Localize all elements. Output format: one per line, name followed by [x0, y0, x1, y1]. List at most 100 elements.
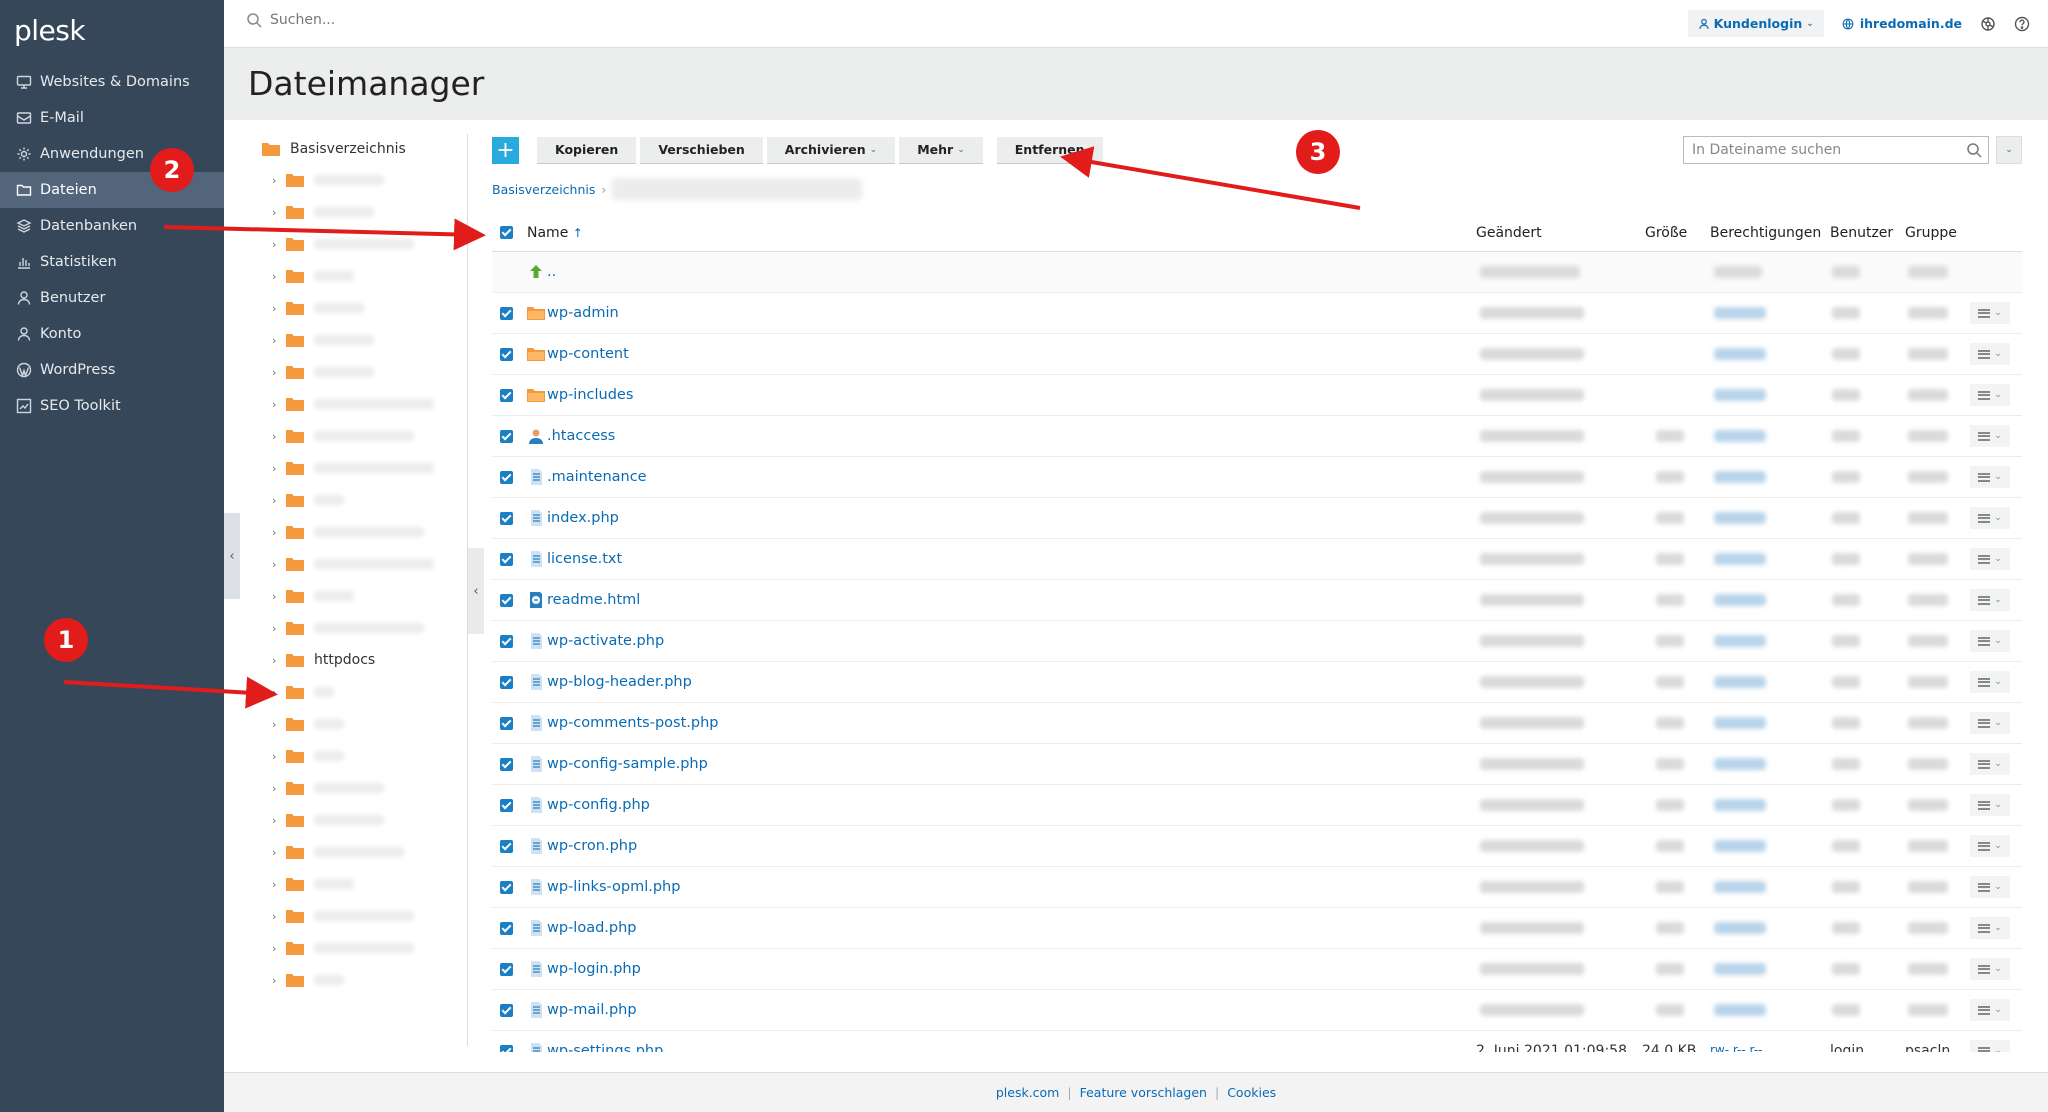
sidebar-item-email[interactable]: E-Mail: [0, 100, 224, 136]
row-checkbox[interactable]: [500, 388, 513, 402]
sidebar-item-datenbanken[interactable]: Datenbanken: [0, 208, 224, 244]
row-checkbox[interactable]: [500, 798, 513, 812]
sidebar-collapse-button[interactable]: ‹: [224, 513, 240, 599]
tree-node[interactable]: ›: [248, 708, 468, 740]
tree-node[interactable]: ›: [248, 612, 468, 644]
row-checkbox[interactable]: [500, 1044, 513, 1052]
table-row[interactable]: wp-mail.php ⌄: [492, 990, 2022, 1031]
tree-node[interactable]: ›: [248, 228, 468, 260]
row-checkbox[interactable]: [500, 839, 513, 853]
remove-button[interactable]: Entfernen: [996, 136, 1103, 164]
tree-collapse-button[interactable]: ‹: [468, 548, 484, 634]
row-menu-button[interactable]: ⌄: [1970, 1040, 2010, 1052]
tree-node[interactable]: › httpdocs: [248, 644, 468, 676]
row-menu-button[interactable]: ⌄: [1970, 671, 2010, 693]
table-row[interactable]: wp-login.php ⌄: [492, 949, 2022, 990]
sidebar-item-statistiken[interactable]: Statistiken: [0, 244, 224, 280]
table-row[interactable]: wp-blog-header.php ⌄: [492, 662, 2022, 703]
table-row[interactable]: wp-content ⌄: [492, 334, 2022, 375]
tree-node[interactable]: ›: [248, 964, 468, 996]
file-name-link[interactable]: wp-blog-header.php: [547, 674, 692, 690]
row-menu-button[interactable]: ⌄: [1970, 917, 2010, 939]
file-name-link[interactable]: wp-includes: [547, 387, 633, 403]
permissions-value[interactable]: rw- r-- r--: [1710, 1043, 1762, 1052]
row-checkbox[interactable]: [500, 880, 513, 894]
column-permissions[interactable]: Berechtigungen: [1710, 225, 1821, 241]
kundenlogin-button[interactable]: Kundenlogin ⌄: [1687, 10, 1824, 37]
footer-link-feature[interactable]: Feature vorschlagen: [1080, 1085, 1207, 1100]
table-row[interactable]: .htaccess ⌄: [492, 416, 2022, 457]
file-name-link[interactable]: wp-settings.php: [547, 1043, 663, 1052]
row-checkbox[interactable]: [500, 757, 513, 771]
tree-node[interactable]: ›: [248, 260, 468, 292]
row-menu-button[interactable]: ⌄: [1970, 466, 2010, 488]
row-menu-button[interactable]: ⌄: [1970, 548, 2010, 570]
file-name-link[interactable]: wp-content: [547, 346, 629, 362]
plesk-logo[interactable]: plesk: [14, 14, 86, 47]
sidebar-item-seo-toolkit[interactable]: SEO Toolkit: [0, 388, 224, 424]
row-checkbox[interactable]: [500, 347, 513, 361]
table-row[interactable]: readme.html ⌄: [492, 580, 2022, 621]
file-name-link[interactable]: .htaccess: [547, 428, 615, 444]
sidebar-item-benutzer[interactable]: Benutzer: [0, 280, 224, 316]
row-menu-button[interactable]: ⌄: [1970, 507, 2010, 529]
tree-node[interactable]: ›: [248, 484, 468, 516]
row-menu-button[interactable]: ⌄: [1970, 794, 2010, 816]
file-name-link[interactable]: wp-config-sample.php: [547, 756, 708, 772]
add-button[interactable]: +: [492, 136, 519, 164]
tree-node[interactable]: ›: [248, 868, 468, 900]
tree-node[interactable]: ›: [248, 676, 468, 708]
tree-node[interactable]: ›: [248, 324, 468, 356]
row-menu-button[interactable]: ⌄: [1970, 384, 2010, 406]
copy-button[interactable]: Kopieren: [537, 136, 637, 164]
column-changed[interactable]: Geändert: [1476, 225, 1542, 241]
row-menu-button[interactable]: ⌄: [1970, 302, 2010, 324]
table-row[interactable]: wp-links-opml.php ⌄: [492, 867, 2022, 908]
filename-search-input[interactable]: In Dateiname suchen: [1683, 136, 1989, 164]
row-checkbox[interactable]: [500, 716, 513, 730]
table-row[interactable]: wp-comments-post.php ⌄: [492, 703, 2022, 744]
global-search-input[interactable]: Suchen...: [270, 12, 335, 28]
column-size[interactable]: Größe: [1645, 225, 1687, 241]
tree-node[interactable]: ›: [248, 900, 468, 932]
column-name[interactable]: Name ↑: [527, 225, 583, 241]
domain-selector[interactable]: ihredomain.de: [1842, 16, 1962, 31]
table-row[interactable]: wp-includes ⌄: [492, 375, 2022, 416]
file-name-link[interactable]: wp-login.php: [547, 961, 641, 977]
more-button[interactable]: Mehr ⌄: [899, 136, 983, 164]
file-name-link[interactable]: readme.html: [547, 592, 640, 608]
row-checkbox[interactable]: [500, 552, 513, 566]
row-checkbox[interactable]: [500, 306, 513, 320]
tree-node[interactable]: ›: [248, 516, 468, 548]
parent-directory-row[interactable]: ..: [492, 252, 2022, 293]
row-checkbox[interactable]: [500, 429, 513, 443]
select-all-checkbox[interactable]: [500, 226, 513, 239]
move-button[interactable]: Verschieben: [640, 136, 763, 164]
footer-link-plesk[interactable]: plesk.com: [996, 1085, 1060, 1100]
tree-node[interactable]: ›: [248, 452, 468, 484]
row-menu-button[interactable]: ⌄: [1970, 630, 2010, 652]
tree-node[interactable]: ›: [248, 580, 468, 612]
tree-node[interactable]: ›: [248, 804, 468, 836]
row-checkbox[interactable]: [500, 470, 513, 484]
table-row[interactable]: wp-settings.php 2. Juni 2021 01:09:58 24…: [492, 1031, 2022, 1052]
file-name-link[interactable]: wp-cron.php: [547, 838, 637, 854]
archive-button[interactable]: Archivieren ⌄: [766, 136, 896, 164]
cloud-network-icon[interactable]: [1980, 16, 1996, 32]
table-row[interactable]: wp-load.php ⌄: [492, 908, 2022, 949]
row-checkbox[interactable]: [500, 593, 513, 607]
table-row[interactable]: index.php ⌄: [492, 498, 2022, 539]
file-name-link[interactable]: wp-links-opml.php: [547, 879, 680, 895]
row-menu-button[interactable]: ⌄: [1970, 425, 2010, 447]
file-name-link[interactable]: wp-load.php: [547, 920, 637, 936]
row-checkbox[interactable]: [500, 675, 513, 689]
tree-root[interactable]: Basisverzeichnis: [248, 134, 468, 164]
file-name-link[interactable]: index.php: [547, 510, 619, 526]
table-row[interactable]: wp-cron.php ⌄: [492, 826, 2022, 867]
parent-directory-link[interactable]: ..: [547, 264, 556, 280]
tree-node[interactable]: ›: [248, 836, 468, 868]
file-name-link[interactable]: .maintenance: [547, 469, 647, 485]
tree-node[interactable]: ›: [248, 772, 468, 804]
global-search[interactable]: Suchen...: [246, 12, 335, 28]
help-icon[interactable]: [2014, 16, 2030, 32]
